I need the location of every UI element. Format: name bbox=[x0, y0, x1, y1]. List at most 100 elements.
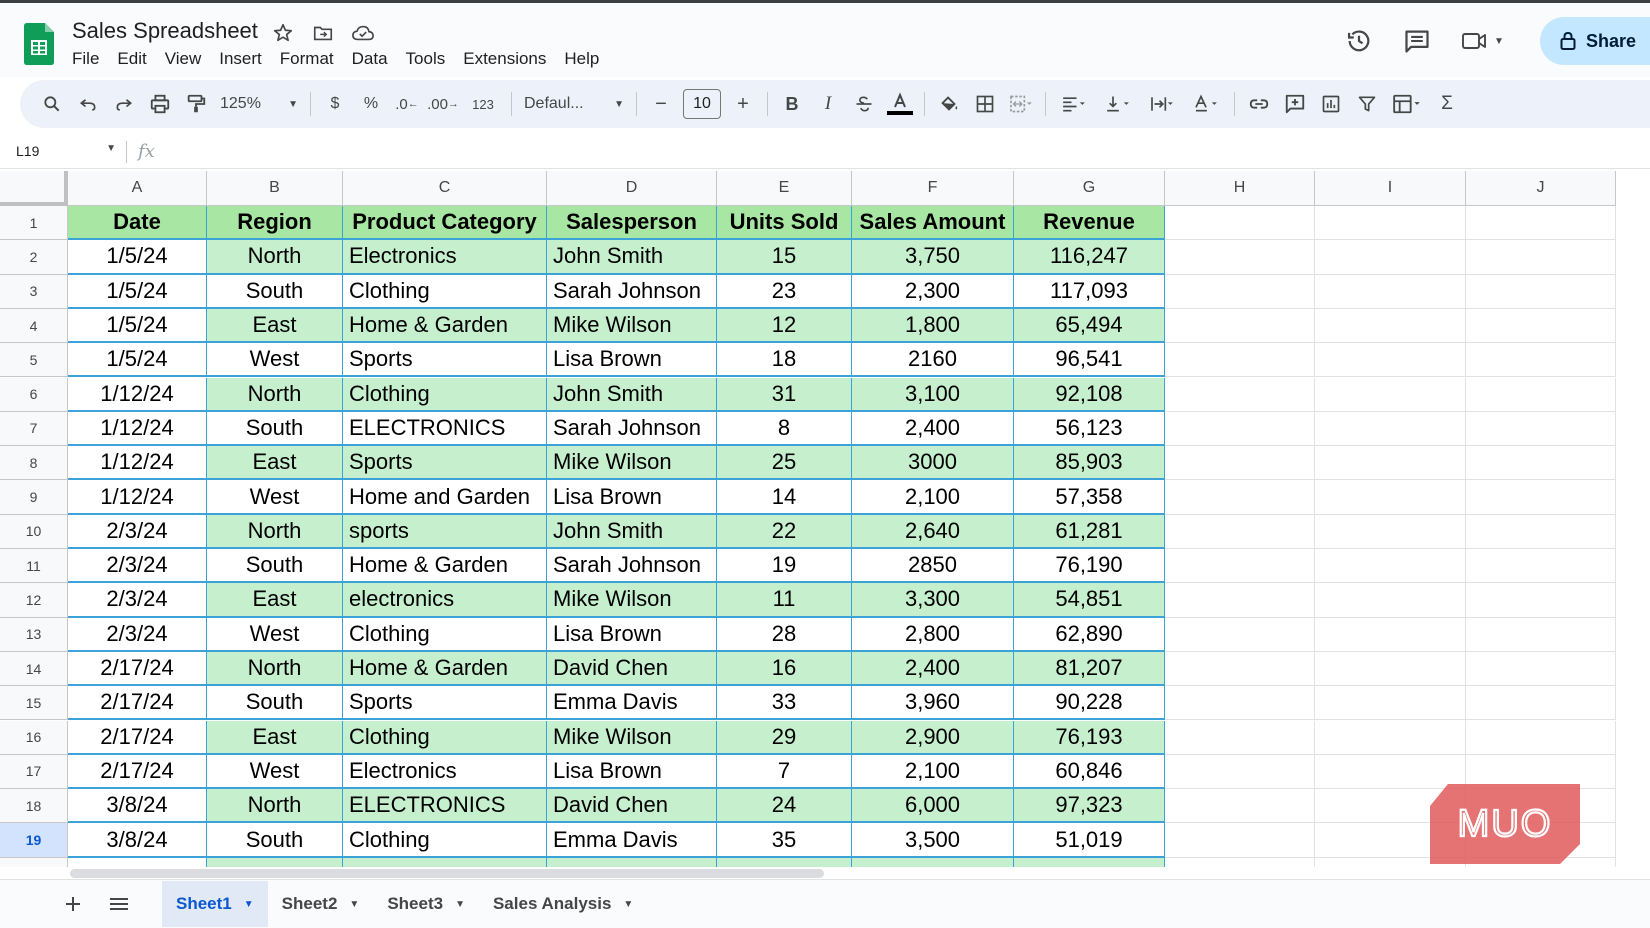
table-cell[interactable]: 2/17/24 bbox=[68, 651, 207, 687]
filter-icon[interactable] bbox=[1349, 86, 1385, 122]
increase-font-size-button[interactable]: + bbox=[725, 86, 761, 122]
table-cell[interactable]: Lisa Brown bbox=[547, 343, 717, 378]
grid-cell[interactable] bbox=[1466, 206, 1616, 241]
table-header-cell[interactable]: Sales Amount bbox=[852, 206, 1014, 241]
decrease-decimal-button[interactable]: .0 ← bbox=[389, 86, 425, 122]
grid-cell[interactable] bbox=[1165, 549, 1315, 584]
grid-cell[interactable] bbox=[1315, 549, 1466, 584]
table-cell[interactable]: East bbox=[207, 720, 343, 755]
table-cell[interactable]: South bbox=[207, 549, 343, 584]
table-cell[interactable]: Emma Davis bbox=[547, 686, 717, 721]
sheets-logo[interactable] bbox=[24, 23, 54, 65]
table-cell[interactable]: Clothing bbox=[343, 720, 547, 755]
table-header-cell[interactable]: Region bbox=[207, 206, 343, 241]
table-cell[interactable]: 51,019 bbox=[1014, 823, 1165, 858]
table-header-cell[interactable]: Salesperson bbox=[547, 206, 717, 241]
table-cell[interactable]: 1/12/24 bbox=[68, 480, 207, 515]
zoom-select[interactable]: 125% ▼ bbox=[214, 86, 304, 122]
table-cell[interactable]: 116,247 bbox=[1014, 240, 1165, 275]
functions-button[interactable]: Σ bbox=[1429, 86, 1465, 122]
table-cell[interactable]: West bbox=[207, 754, 343, 790]
table-cell[interactable]: 2,100 bbox=[852, 480, 1014, 515]
table-cell[interactable]: North bbox=[207, 514, 343, 549]
table-cell[interactable]: 2,800 bbox=[852, 617, 1014, 652]
table-cell[interactable]: 54,851 bbox=[1014, 583, 1165, 618]
grid-cell[interactable] bbox=[1466, 308, 1616, 344]
table-cell[interactable]: 2/3/24 bbox=[68, 617, 207, 652]
table-cell[interactable]: 31 bbox=[717, 377, 852, 412]
table-cell[interactable]: 3,100 bbox=[852, 377, 1014, 412]
column-header[interactable]: H bbox=[1165, 171, 1315, 206]
table-cell[interactable]: 3,750 bbox=[852, 240, 1014, 275]
table-cell[interactable] bbox=[68, 857, 207, 867]
grid-cell[interactable] bbox=[1466, 411, 1616, 447]
table-cell[interactable]: 1,800 bbox=[852, 308, 1014, 344]
grid-cell[interactable] bbox=[1165, 754, 1315, 790]
table-cell[interactable]: 29 bbox=[717, 720, 852, 755]
grid-cell[interactable] bbox=[1165, 480, 1315, 515]
table-cell[interactable]: 57,358 bbox=[1014, 480, 1165, 515]
row-header[interactable]: 10 bbox=[0, 514, 68, 549]
search-menus-icon[interactable] bbox=[34, 86, 70, 122]
horizontal-scrollbar[interactable] bbox=[68, 867, 1650, 879]
row-header[interactable]: 1 bbox=[0, 206, 68, 241]
table-cell[interactable]: 2,300 bbox=[852, 274, 1014, 309]
table-cell[interactable]: Home & Garden bbox=[343, 308, 547, 344]
grid-cell[interactable] bbox=[1165, 617, 1315, 652]
table-cell[interactable]: Sports bbox=[343, 686, 547, 721]
table-cell[interactable]: sports bbox=[343, 514, 547, 549]
table-cell[interactable]: 11 bbox=[717, 583, 852, 618]
grid-cell[interactable] bbox=[1315, 377, 1466, 412]
table-cell[interactable]: 85,903 bbox=[1014, 446, 1165, 481]
grid-cell[interactable] bbox=[1466, 720, 1616, 755]
insert-link-icon[interactable] bbox=[1241, 86, 1277, 122]
table-cell[interactable]: 3/8/24 bbox=[68, 789, 207, 824]
column-header[interactable]: E bbox=[717, 171, 852, 206]
table-cell[interactable]: East bbox=[207, 308, 343, 344]
table-cell[interactable]: Clothing bbox=[343, 823, 547, 858]
table-cell[interactable]: South bbox=[207, 274, 343, 309]
table-cell[interactable]: 2/17/24 bbox=[68, 754, 207, 790]
grid-cell[interactable] bbox=[1165, 583, 1315, 618]
grid-cell[interactable] bbox=[1315, 720, 1466, 755]
table-cell[interactable] bbox=[207, 857, 343, 867]
all-sheets-button[interactable] bbox=[96, 881, 142, 927]
row-header[interactable]: 3 bbox=[0, 274, 68, 309]
table-cell[interactable]: electronics bbox=[343, 583, 547, 618]
column-header[interactable]: I bbox=[1315, 171, 1466, 206]
print-icon[interactable] bbox=[142, 86, 178, 122]
table-cell[interactable]: 33 bbox=[717, 686, 852, 721]
grid-cell[interactable] bbox=[1315, 480, 1466, 515]
column-header[interactable]: G bbox=[1014, 171, 1165, 206]
table-cell[interactable]: Home & Garden bbox=[343, 549, 547, 584]
insert-chart-icon[interactable] bbox=[1313, 86, 1349, 122]
grid-cell[interactable] bbox=[1315, 343, 1466, 378]
grid-cell[interactable] bbox=[1466, 274, 1616, 309]
table-cell[interactable]: 2/3/24 bbox=[68, 583, 207, 618]
meet-icon[interactable]: ▼ bbox=[1446, 19, 1518, 63]
table-cell[interactable]: North bbox=[207, 240, 343, 275]
star-icon[interactable] bbox=[270, 20, 296, 46]
menu-data[interactable]: Data bbox=[352, 47, 388, 71]
row-header[interactable]: 6 bbox=[0, 377, 68, 412]
table-cell[interactable]: 117,093 bbox=[1014, 274, 1165, 309]
table-cell[interactable]: Emma Davis bbox=[547, 823, 717, 858]
table-cell[interactable]: 3,500 bbox=[852, 823, 1014, 858]
table-cell[interactable]: 8 bbox=[717, 411, 852, 447]
fill-color-icon[interactable] bbox=[931, 86, 967, 122]
table-cell[interactable]: John Smith bbox=[547, 514, 717, 549]
grid-cell[interactable] bbox=[1315, 583, 1466, 618]
tab-sheet1[interactable]: Sheet1 ▼ bbox=[162, 881, 268, 927]
column-header[interactable]: B bbox=[207, 171, 343, 206]
table-cell[interactable]: West bbox=[207, 480, 343, 515]
table-cell[interactable]: 97,323 bbox=[1014, 789, 1165, 824]
row-header[interactable]: 19 bbox=[0, 823, 68, 858]
table-cell[interactable]: 2/17/24 bbox=[68, 720, 207, 755]
table-cell[interactable] bbox=[1014, 857, 1165, 867]
grid-cell[interactable] bbox=[1165, 651, 1315, 687]
table-header-cell[interactable]: Product Category bbox=[343, 206, 547, 241]
menu-format[interactable]: Format bbox=[280, 47, 334, 71]
table-cell[interactable]: 6,000 bbox=[852, 789, 1014, 824]
formula-input[interactable] bbox=[170, 141, 1630, 163]
table-cell[interactable]: Mike Wilson bbox=[547, 720, 717, 755]
